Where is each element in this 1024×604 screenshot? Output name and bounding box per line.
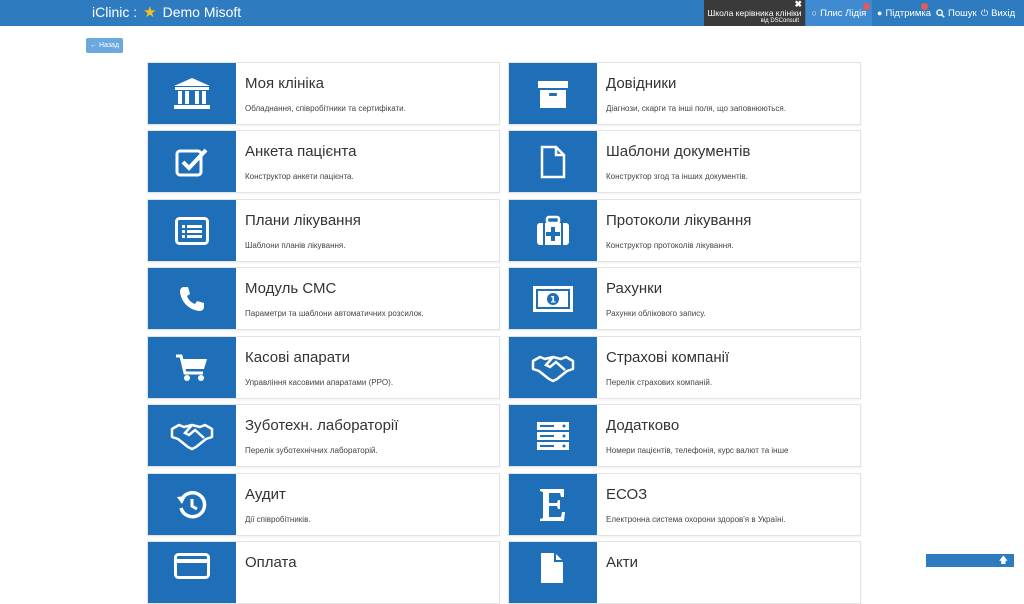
card-description: Номери пацієнтів, телефонія, курс валют … <box>606 446 789 455</box>
card-title: Моя клініка <box>245 75 324 92</box>
card-description: Обладнання, співробітники та сертифікати… <box>245 104 406 113</box>
arrow-left-icon: ← <box>89 42 97 49</box>
card-title: Оплата <box>245 554 297 571</box>
card-description: Електронна система охорони здоров'я в Ук… <box>606 515 786 524</box>
card-acts[interactable]: Акти <box>508 541 861 604</box>
search-label: Пошук <box>948 7 977 19</box>
medkit-icon <box>537 215 569 245</box>
card-title: Додатково <box>606 417 680 434</box>
scroll-to-top-button[interactable]: 🡅 <box>926 554 1014 567</box>
card-description: Перелік страхових компаній. <box>606 378 713 387</box>
clinic-name: Demo Misoft <box>162 4 242 20</box>
card-invoices[interactable]: 1 Рахунки Рахунки облікового запису. <box>508 267 861 330</box>
letter-e-icon <box>540 488 565 521</box>
star-icon: ★ <box>143 4 157 21</box>
user-name: Плис Лідія <box>820 7 867 19</box>
card-description: Конструктор анкети пацієнта. <box>245 172 354 181</box>
support-link[interactable]: ● Підтримка <box>877 0 931 26</box>
card-description: Рахунки облікового запису. <box>606 309 706 318</box>
card-title: Касові апарати <box>245 349 350 366</box>
checkbox-icon <box>175 148 208 176</box>
card-patient-form[interactable]: Анкета пацієнта Конструктор анкети паціє… <box>147 130 500 193</box>
notification-badge <box>863 3 870 10</box>
comment-icon: ● <box>877 8 883 18</box>
card-title: Шаблони документів <box>606 143 751 160</box>
card-esoz[interactable]: ЕСОЗ Електронна система охорони здоров'я… <box>508 473 861 536</box>
card-title: Аудит <box>245 486 286 503</box>
card-title: Страхові компанії <box>606 349 730 366</box>
card-audit[interactable]: Аудит Дії співробітників. <box>147 473 500 536</box>
card-title: Плани лікування <box>245 212 361 229</box>
card-directories[interactable]: Довідники Діагнози, скарги та інші поля,… <box>508 62 861 125</box>
card-description: Конструктор згод та інших документів. <box>606 172 748 181</box>
card-title: ЕСОЗ <box>606 486 648 503</box>
card-sms-module[interactable]: Модуль СМС Параметри та шаблони автомати… <box>147 267 500 330</box>
card-dental-labs[interactable]: Зуботехн. лабораторії Перелік зуботехніч… <box>147 404 500 467</box>
card-payment[interactable]: Оплата <box>147 541 500 604</box>
cart-icon <box>176 354 207 381</box>
card-title: Анкета пацієнта <box>245 143 357 160</box>
back-label: Назад <box>98 42 120 49</box>
card-treatment-plans[interactable]: Плани лікування Шаблони планів лікування… <box>147 199 500 262</box>
phone-icon <box>180 286 204 311</box>
card-my-clinic[interactable]: Моя клініка Обладнання, співробітники та… <box>147 62 500 125</box>
school-banner[interactable]: ✖ Школа керівника клініки від DSConsult <box>704 0 805 26</box>
bank-icon <box>174 77 210 109</box>
app-name: iClinic : <box>92 4 138 20</box>
top-navbar: iClinic : ★ Demo Misoft ✖ Школа керівник… <box>0 0 1024 26</box>
card-title: Довідники <box>606 75 677 92</box>
list-alt-icon <box>175 216 209 245</box>
arrow-up-icon: 🡅 <box>998 554 1008 565</box>
school-subtitle: від DSConsult <box>760 18 799 24</box>
card-description: Перелік зуботехнічних лабораторій. <box>245 446 378 455</box>
search-icon <box>936 8 945 18</box>
card-additional[interactable]: Додатково Номери пацієнтів, телефонія, к… <box>508 404 861 467</box>
notification-badge <box>921 3 928 10</box>
card-insurance-companies[interactable]: Страхові компанії Перелік страхових комп… <box>508 336 861 399</box>
circle-icon: ○ <box>811 8 818 18</box>
handshake-icon <box>170 423 214 450</box>
card-title: Модуль СМС <box>245 280 337 297</box>
school-title: Школа керівника клініки <box>707 8 802 18</box>
file-signature-icon <box>541 552 563 583</box>
card-title: Протоколи лікування <box>606 212 752 229</box>
credit-card-icon <box>174 552 210 579</box>
card-document-templates[interactable]: Шаблони документів Конструктор згод та і… <box>508 130 861 193</box>
card-description: Конструктор протоколів лікування. <box>606 241 734 250</box>
exit-label: Вихід <box>991 7 1016 19</box>
search-link[interactable]: Пошук <box>936 0 977 26</box>
document-icon <box>540 145 566 178</box>
archive-box-icon <box>538 80 568 108</box>
power-icon: ⏻ <box>981 7 989 18</box>
card-description: Параметри та шаблони автоматичних розсил… <box>245 309 424 318</box>
server-icon <box>537 421 569 450</box>
card-description: Управління касовими апаратами (PPO). <box>245 378 394 387</box>
card-title: Рахунки <box>606 280 663 297</box>
brand[interactable]: iClinic : ★ Demo Misoft <box>92 3 241 21</box>
history-icon <box>177 490 207 518</box>
exit-link[interactable]: ⏻ Вихід <box>981 0 1015 26</box>
money-bill-icon: 1 <box>533 285 573 312</box>
user-menu[interactable]: ○ Плис Лідія <box>806 0 872 26</box>
back-button[interactable]: ← Назад <box>86 38 123 53</box>
card-description: Шаблони планів лікування. <box>245 241 346 250</box>
svg-text:1: 1 <box>550 295 556 305</box>
card-title: Акти <box>606 554 638 571</box>
card-treatment-protocols[interactable]: Протоколи лікування Конструктор протокол… <box>508 199 861 262</box>
card-cash-registers[interactable]: Касові апарати Управління касовими апара… <box>147 336 500 399</box>
card-title: Зуботехн. лабораторії <box>245 417 399 434</box>
handshake-icon <box>531 355 575 382</box>
card-description: Діагнози, скарги та інші поля, що заповн… <box>606 104 786 113</box>
card-description: Дії співробітників. <box>245 515 311 524</box>
